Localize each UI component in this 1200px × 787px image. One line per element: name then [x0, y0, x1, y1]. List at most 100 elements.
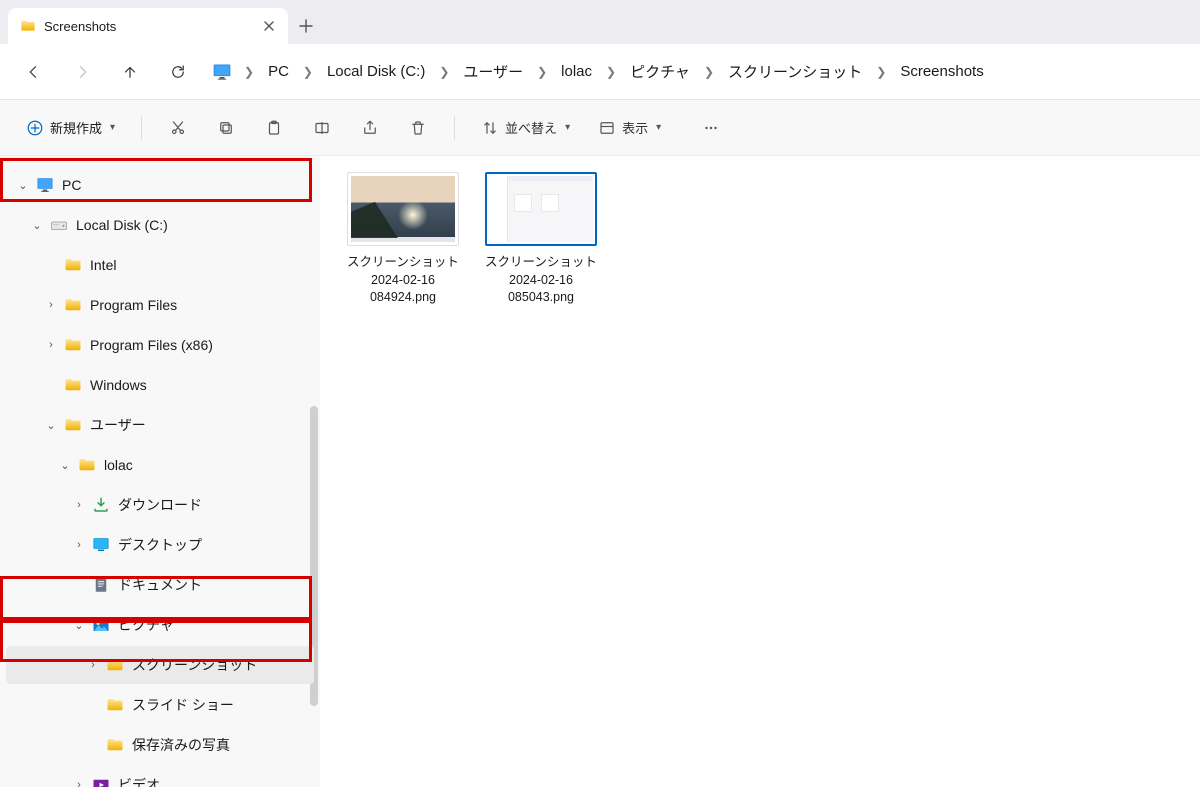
- folder-icon: [64, 336, 82, 354]
- breadcrumb-item[interactable]: Screenshots: [894, 59, 989, 84]
- thumbnail-image: [485, 172, 597, 246]
- tree-label: PC: [62, 177, 81, 193]
- tree-item-lolac[interactable]: ⌄ lolac: [6, 446, 314, 484]
- tree-item-program-files-x86[interactable]: › Program Files (x86): [6, 326, 314, 364]
- chevron-right-icon[interactable]: ❯: [240, 65, 258, 79]
- tab-title: Screenshots: [44, 19, 254, 34]
- tree-item-program-files[interactable]: › Program Files: [6, 286, 314, 324]
- sort-button[interactable]: 並べ替え ▾: [471, 110, 580, 146]
- rename-button[interactable]: [302, 110, 342, 146]
- chevron-right-icon[interactable]: ›: [72, 778, 86, 787]
- chevron-right-icon[interactable]: ❯: [872, 65, 890, 79]
- tree-label: Program Files: [90, 297, 177, 313]
- tree-label: lolac: [104, 457, 133, 473]
- video-icon: [92, 776, 110, 787]
- file-item[interactable]: スクリーンショット 2024-02-16 085043.png: [482, 172, 600, 307]
- window-tab[interactable]: Screenshots: [8, 8, 288, 44]
- tree-label: Local Disk (C:): [76, 217, 168, 233]
- chevron-right-icon[interactable]: ❯: [533, 65, 551, 79]
- chevron-down-icon[interactable]: ⌄: [30, 218, 44, 232]
- chevron-right-icon[interactable]: ❯: [700, 65, 718, 79]
- tree-item-downloads[interactable]: › ダウンロード: [6, 486, 314, 524]
- chevron-right-icon[interactable]: ›: [44, 298, 58, 312]
- file-label: スクリーンショット 2024-02-16 085043.png: [482, 254, 600, 307]
- view-icon: [598, 119, 616, 137]
- breadcrumb: ❯ PC ❯ Local Disk (C:) ❯ ユーザー ❯ lolac ❯ …: [212, 57, 990, 86]
- tree-label: ダウンロード: [118, 495, 202, 515]
- tree-label: Intel: [90, 257, 116, 273]
- breadcrumb-item[interactable]: lolac: [555, 59, 598, 84]
- breadcrumb-item[interactable]: Local Disk (C:): [321, 59, 431, 84]
- sort-icon: [481, 119, 499, 137]
- copy-button[interactable]: [206, 110, 246, 146]
- folder-icon: [106, 736, 124, 754]
- chevron-down-icon[interactable]: ⌄: [72, 618, 86, 632]
- new-button[interactable]: 新規作成 ▾: [16, 110, 125, 146]
- back-button[interactable]: [12, 52, 56, 92]
- plus-circle-icon: [26, 119, 44, 137]
- chevron-down-icon[interactable]: ⌄: [58, 458, 72, 472]
- chevron-down-icon[interactable]: ⌄: [16, 178, 30, 192]
- tree-item-saved-pictures[interactable]: › 保存済みの写真: [6, 726, 314, 764]
- tree-item-windows[interactable]: › Windows: [6, 366, 314, 404]
- close-tab-button[interactable]: [262, 19, 276, 33]
- tree-label: ユーザー: [90, 415, 146, 435]
- tree-label: スライド ショー: [132, 695, 234, 715]
- share-button[interactable]: [350, 110, 390, 146]
- cut-button[interactable]: [158, 110, 198, 146]
- folder-icon: [106, 656, 124, 674]
- picture-icon: [92, 616, 110, 634]
- tree-label: 保存済みの写真: [132, 735, 230, 755]
- tree-item-screenshots[interactable]: › スクリーンショット: [6, 646, 314, 684]
- file-item[interactable]: スクリーンショット 2024-02-16 084924.png: [344, 172, 462, 307]
- tree-item-slideshow[interactable]: › スライド ショー: [6, 686, 314, 724]
- new-tab-button[interactable]: [288, 8, 324, 44]
- breadcrumb-item[interactable]: PC: [262, 59, 295, 84]
- chevron-right-icon[interactable]: ›: [72, 538, 86, 552]
- tree-label: ピクチャ: [118, 615, 174, 635]
- tree-label: Windows: [90, 377, 147, 393]
- tree-item-documents[interactable]: › ドキュメント: [6, 566, 314, 604]
- folder-icon: [64, 416, 82, 434]
- file-label: スクリーンショット 2024-02-16 084924.png: [344, 254, 462, 307]
- up-button[interactable]: [108, 52, 152, 92]
- download-icon: [92, 496, 110, 514]
- tree-item-videos[interactable]: › ビデオ: [6, 766, 314, 787]
- tree-label: Program Files (x86): [90, 337, 213, 353]
- tree-label: スクリーンショット: [132, 655, 257, 675]
- chevron-right-icon[interactable]: ›: [86, 658, 100, 672]
- breadcrumb-item[interactable]: ピクチャ: [624, 57, 696, 86]
- tree-item-intel[interactable]: › Intel: [6, 246, 314, 284]
- chevron-right-icon[interactable]: ›: [72, 498, 86, 512]
- tree-item-users[interactable]: ⌄ ユーザー: [6, 406, 314, 444]
- navigation-tree[interactable]: ⌄ PC ⌄ Local Disk (C:) › Intel › Program…: [0, 156, 320, 787]
- chevron-right-icon[interactable]: ›: [44, 338, 58, 352]
- toolbar: 新規作成 ▾ 並べ替え ▾ 表示 ▾: [0, 100, 1200, 156]
- tree-item-desktop[interactable]: › デスクトップ: [6, 526, 314, 564]
- breadcrumb-item[interactable]: ユーザー: [457, 57, 529, 86]
- chevron-right-icon[interactable]: ❯: [602, 65, 620, 79]
- folder-icon: [20, 18, 36, 34]
- file-list[interactable]: スクリーンショット 2024-02-16 084924.png スクリーンショッ…: [320, 156, 1200, 787]
- chevron-right-icon[interactable]: ❯: [435, 65, 453, 79]
- chevron-down-icon: ▾: [656, 122, 661, 133]
- thumbnails-row: スクリーンショット 2024-02-16 084924.png スクリーンショッ…: [344, 172, 1176, 307]
- refresh-button[interactable]: [156, 52, 200, 92]
- chevron-down-icon[interactable]: ⌄: [44, 418, 58, 432]
- paste-button[interactable]: [254, 110, 294, 146]
- navbar: ❯ PC ❯ Local Disk (C:) ❯ ユーザー ❯ lolac ❯ …: [0, 44, 1200, 100]
- tree-item-pc[interactable]: ⌄ PC: [6, 166, 314, 204]
- forward-button[interactable]: [60, 52, 104, 92]
- chevron-down-icon: ▾: [565, 122, 570, 133]
- delete-button[interactable]: [398, 110, 438, 146]
- tree-item-pictures[interactable]: ⌄ ピクチャ: [6, 606, 314, 644]
- view-button[interactable]: 表示 ▾: [588, 110, 671, 146]
- drive-icon: [50, 216, 68, 234]
- tree-item-local-disk[interactable]: ⌄ Local Disk (C:): [6, 206, 314, 244]
- folder-icon: [64, 256, 82, 274]
- breadcrumb-item[interactable]: スクリーンショット: [722, 57, 868, 86]
- folder-icon: [64, 376, 82, 394]
- main-area: ⌄ PC ⌄ Local Disk (C:) › Intel › Program…: [0, 156, 1200, 787]
- more-button[interactable]: [691, 110, 731, 146]
- chevron-right-icon[interactable]: ❯: [299, 65, 317, 79]
